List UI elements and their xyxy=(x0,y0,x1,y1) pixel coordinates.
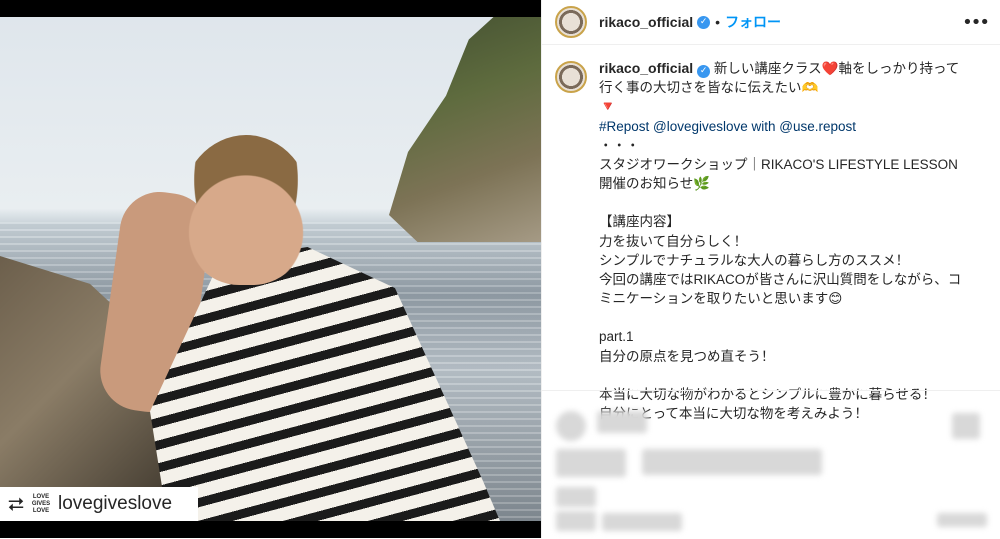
blurred-text xyxy=(642,449,822,475)
section-title: 【講座内容】 xyxy=(599,214,680,230)
part-desc: 自分の原点を見つめ直そう！ xyxy=(599,348,775,364)
announce-line: スタジオワークショップ｜RIKACO'S LIFESTYLE LESSON開催の… xyxy=(599,157,958,192)
post-header: rikaco_official ✓ • フォロー ••• xyxy=(542,0,1000,45)
caption-first-line: rikaco_official ✓ 新しい講座クラス❤️軸をしっかり持って行く事の… xyxy=(599,59,969,97)
photo-scene xyxy=(0,17,541,521)
repost-icon: ⮂ xyxy=(8,492,24,516)
content-1: 力を抜いて自分らしく！ xyxy=(599,233,748,249)
verified-badge-icon: ✓ xyxy=(697,15,711,29)
love-gives-love-logo: LOVE GIVES LOVE xyxy=(31,493,51,514)
dots-line: ・・・ xyxy=(599,137,640,153)
content-2: シンプルでナチュラルな大人の暮らし方のススメ！ xyxy=(599,252,910,268)
repost-tag: ⮂ LOVE GIVES LOVE lovegiveslove xyxy=(0,487,198,521)
person-head xyxy=(180,135,312,285)
avatar[interactable] xyxy=(555,6,587,38)
caption-avatar[interactable] xyxy=(555,61,587,93)
caption-username[interactable]: rikaco_official xyxy=(599,60,693,76)
triangle-emoji: 🔻 xyxy=(599,98,617,115)
blurred-icon xyxy=(952,413,980,439)
caption-verified-icon: ✓ xyxy=(697,65,711,79)
blurred-avatar xyxy=(556,411,586,441)
caption: rikaco_official ✓ 新しい講座クラス❤️軸をしっかり持って行く事の… xyxy=(542,45,1000,423)
blurred-text xyxy=(556,511,596,531)
separator-dot: • xyxy=(715,14,721,30)
blurred-comments-area xyxy=(542,390,1000,539)
cliff xyxy=(389,17,541,242)
blurred-text xyxy=(602,513,682,531)
repost-account: lovegiveslove xyxy=(58,493,173,514)
content-3: 今回の講座ではRIKACOが皆さんに沢山質問をしながら、コミニケーションを取りた… xyxy=(599,272,962,307)
part-label: part.1 xyxy=(599,329,634,345)
header-username[interactable]: rikaco_official xyxy=(599,14,693,30)
blurred-text xyxy=(556,487,596,507)
blurred-text xyxy=(597,411,647,433)
repost-line[interactable]: #Repost @lovegiveslove with @use.repost xyxy=(599,117,969,136)
blurred-text xyxy=(556,449,626,477)
post-side-panel: rikaco_official ✓ • フォロー ••• rikaco_offi… xyxy=(541,0,1000,538)
more-options-icon[interactable]: ••• xyxy=(962,12,990,33)
follow-button[interactable]: フォロー xyxy=(725,12,781,32)
blurred-text xyxy=(937,513,987,527)
post-photo[interactable]: ⮂ LOVE GIVES LOVE lovegiveslove xyxy=(0,0,541,538)
caption-body: rikaco_official ✓ 新しい講座クラス❤️軸をしっかり持って行く事の… xyxy=(599,59,969,423)
